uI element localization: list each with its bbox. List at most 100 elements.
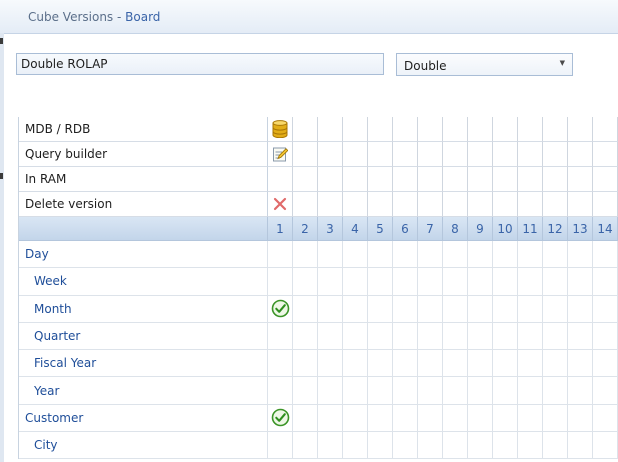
column-header[interactable]: 2: [293, 217, 318, 241]
dimension-cell[interactable]: [518, 322, 543, 351]
option-cell[interactable]: [543, 117, 568, 142]
dimension-cell[interactable]: [543, 432, 568, 460]
dimension-cell[interactable]: [543, 404, 568, 433]
dimension-cell[interactable]: [543, 377, 568, 405]
option-cell[interactable]: [443, 142, 468, 167]
dimension-cell[interactable]: [418, 295, 443, 323]
option-cell[interactable]: [268, 192, 293, 217]
option-cell[interactable]: [443, 167, 468, 192]
dimension-cell[interactable]: [568, 377, 593, 405]
version-type-select[interactable]: Double ▼: [396, 53, 573, 76]
option-cell[interactable]: [468, 167, 493, 192]
column-header[interactable]: 14: [593, 217, 618, 241]
dimension-cell[interactable]: [568, 295, 593, 323]
dimension-cell[interactable]: [443, 241, 468, 269]
column-header[interactable]: 11: [518, 217, 543, 241]
dimension-cell[interactable]: [418, 377, 443, 405]
option-cell[interactable]: [468, 192, 493, 217]
dimension-cell[interactable]: [568, 322, 593, 351]
dimension-cell[interactable]: [468, 350, 493, 378]
column-header[interactable]: 4: [343, 217, 368, 241]
option-cell[interactable]: [493, 192, 518, 217]
option-cell[interactable]: [293, 117, 318, 142]
dimension-cell[interactable]: [593, 377, 618, 405]
dimension-cell[interactable]: [493, 404, 518, 433]
dimension-cell[interactable]: [468, 404, 493, 433]
dimension-cell[interactable]: [443, 350, 468, 378]
dimension-cell[interactable]: [268, 432, 293, 460]
column-header[interactable]: 8: [443, 217, 468, 241]
dimension-cell[interactable]: [468, 322, 493, 351]
option-cell[interactable]: [368, 167, 393, 192]
option-cell[interactable]: [393, 142, 418, 167]
dimension-cell[interactable]: [318, 404, 343, 433]
database-icon[interactable]: [272, 120, 288, 138]
dimension-cell[interactable]: [443, 322, 468, 351]
dimension-cell[interactable]: [543, 295, 568, 323]
dimension-cell[interactable]: [418, 404, 443, 433]
option-cell[interactable]: [343, 117, 368, 142]
dimension-cell[interactable]: [318, 268, 343, 296]
option-cell[interactable]: [393, 167, 418, 192]
version-name-field[interactable]: Double ROLAP: [16, 53, 384, 75]
dimension-cell[interactable]: [468, 432, 493, 460]
dimension-cell[interactable]: [518, 404, 543, 433]
dimension-cell[interactable]: [518, 295, 543, 323]
dimension-cell[interactable]: [293, 377, 318, 405]
dimension-cell[interactable]: [368, 377, 393, 405]
option-cell[interactable]: [268, 117, 293, 142]
option-cell[interactable]: [368, 117, 393, 142]
option-cell[interactable]: [593, 117, 618, 142]
dimension-cell[interactable]: [268, 241, 293, 269]
option-cell[interactable]: [318, 192, 343, 217]
option-cell[interactable]: [593, 192, 618, 217]
dimension-cell[interactable]: [518, 377, 543, 405]
dimension-cell[interactable]: [268, 268, 293, 296]
column-header[interactable]: 12: [543, 217, 568, 241]
dimension-cell[interactable]: [343, 322, 368, 351]
option-cell[interactable]: [418, 117, 443, 142]
dimension-cell[interactable]: [393, 268, 418, 296]
column-header[interactable]: 9: [468, 217, 493, 241]
dimension-cell[interactable]: [318, 295, 343, 323]
dimension-cell[interactable]: [543, 268, 568, 296]
dimension-cell[interactable]: [293, 241, 318, 269]
dimension-cell[interactable]: [368, 322, 393, 351]
option-cell[interactable]: [443, 192, 468, 217]
dimension-cell[interactable]: [343, 377, 368, 405]
check-icon[interactable]: [271, 408, 290, 427]
option-cell[interactable]: [443, 117, 468, 142]
dimension-cell[interactable]: [268, 295, 293, 323]
option-cell[interactable]: [343, 167, 368, 192]
dimension-cell[interactable]: [443, 377, 468, 405]
dimension-cell[interactable]: [493, 377, 518, 405]
dimension-cell[interactable]: [318, 241, 343, 269]
column-header[interactable]: 3: [318, 217, 343, 241]
option-cell[interactable]: [468, 117, 493, 142]
option-cell[interactable]: [543, 167, 568, 192]
dimension-cell[interactable]: [593, 268, 618, 296]
dimension-cell[interactable]: [368, 295, 393, 323]
option-cell[interactable]: [293, 167, 318, 192]
dimension-cell[interactable]: [518, 268, 543, 296]
dimension-cell[interactable]: [268, 404, 293, 433]
dimension-cell[interactable]: [468, 377, 493, 405]
dimension-cell[interactable]: [293, 268, 318, 296]
dimension-cell[interactable]: [343, 432, 368, 460]
column-header[interactable]: 7: [418, 217, 443, 241]
dimension-cell[interactable]: [518, 241, 543, 269]
option-cell[interactable]: [293, 142, 318, 167]
option-cell[interactable]: [568, 142, 593, 167]
dimension-cell[interactable]: [268, 377, 293, 405]
query-builder-icon[interactable]: [272, 146, 288, 162]
dimension-cell[interactable]: [443, 404, 468, 433]
dimension-cell[interactable]: [343, 241, 368, 269]
dimension-cell[interactable]: [493, 322, 518, 351]
dimension-cell[interactable]: [393, 295, 418, 323]
dimension-cell[interactable]: [593, 241, 618, 269]
dimension-cell[interactable]: [368, 432, 393, 460]
dimension-cell[interactable]: [293, 322, 318, 351]
dimension-cell[interactable]: [268, 322, 293, 351]
option-cell[interactable]: [343, 192, 368, 217]
option-cell[interactable]: [393, 192, 418, 217]
